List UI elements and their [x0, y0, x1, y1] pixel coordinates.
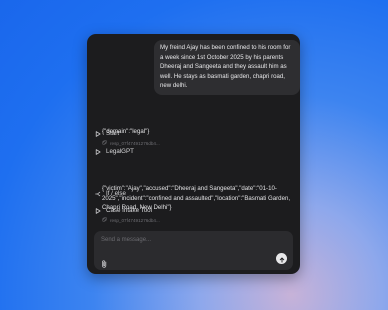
- case-intake-output: {"victim":"Ajay","accused":"Dheeraj and …: [102, 185, 291, 212]
- branch-icon: [95, 191, 101, 197]
- play-icon: [95, 130, 101, 137]
- step-label: LegalGPT: [106, 148, 134, 155]
- response-id-text: resp_07f47491276db4...: [110, 217, 160, 223]
- legalgpt-response-id[interactable]: resp_07f47491276db4...: [102, 140, 160, 146]
- message-input[interactable]: Send a message...: [101, 237, 151, 243]
- play-icon: [95, 148, 101, 155]
- play-icon: [95, 207, 101, 214]
- case-intake-response-id[interactable]: resp_07f47491276db4...: [102, 217, 160, 223]
- paperclip-icon[interactable]: [101, 255, 108, 268]
- response-id-text: resp_07f47491276db4...: [110, 140, 160, 146]
- user-message-bubble: My freind Ajay has been confined to his …: [154, 40, 300, 95]
- legalgpt-output: {"domain":"legal"}: [102, 128, 150, 135]
- arrow-up-icon: [279, 250, 285, 268]
- copy-icon: [102, 217, 107, 223]
- copy-icon: [102, 140, 107, 146]
- chat-panel: My freind Ajay has been confined to his …: [87, 34, 300, 274]
- step-legalgpt[interactable]: LegalGPT: [95, 148, 134, 155]
- message-composer[interactable]: Send a message...: [94, 231, 293, 270]
- send-button[interactable]: [276, 253, 287, 264]
